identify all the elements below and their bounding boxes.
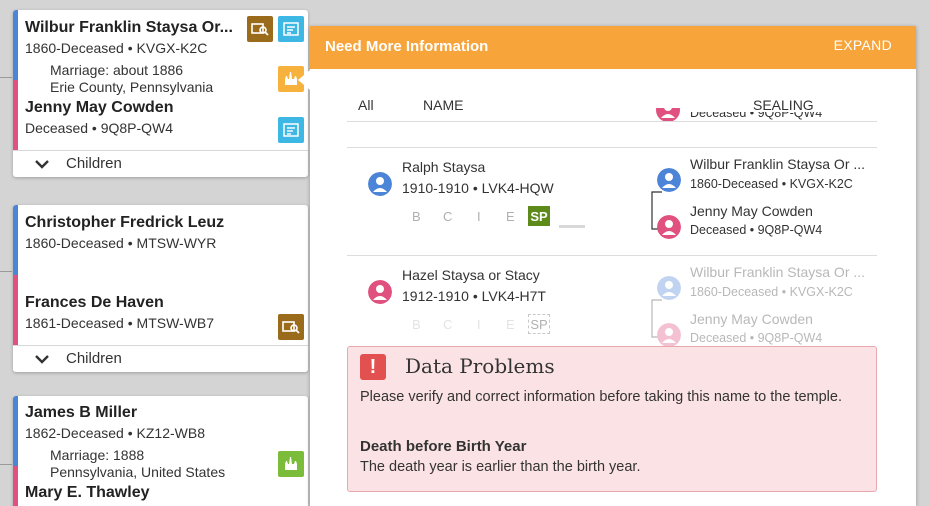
wife-info: 1861-Deceased • MTSW-WB7 bbox=[25, 315, 215, 331]
male-bar bbox=[13, 10, 18, 80]
children-toggle[interactable]: Children bbox=[13, 345, 308, 371]
female-bar bbox=[13, 466, 18, 506]
alert-icon: ! bbox=[360, 354, 386, 380]
marriage-date: Marriage: 1888 bbox=[50, 447, 145, 463]
partial-avatar bbox=[656, 108, 680, 122]
need-more-info-panel: Need More Information EXPAND All NAME SE… bbox=[310, 26, 916, 506]
panel-title: Need More Information bbox=[325, 38, 489, 55]
research-icon[interactable] bbox=[278, 314, 304, 340]
female-bar bbox=[13, 275, 18, 345]
ordinance-sp[interactable]: SP bbox=[528, 314, 550, 334]
tree-connector bbox=[0, 77, 12, 78]
mother-info: Deceased • 9Q8P-QW4 bbox=[690, 223, 823, 237]
ordinance-c[interactable]: C bbox=[443, 317, 452, 332]
male-avatar-icon bbox=[657, 168, 681, 192]
marriage-place: Pennsylvania, United States bbox=[50, 464, 226, 480]
male-bar bbox=[13, 205, 18, 275]
male-avatar-icon bbox=[368, 172, 392, 196]
column-all[interactable]: All bbox=[358, 97, 374, 113]
expand-button[interactable]: EXPAND bbox=[834, 37, 892, 53]
issue-description: The death year is earlier than the birth… bbox=[360, 459, 641, 475]
marriage-place: Erie County, Pennsylvania bbox=[50, 79, 214, 95]
tree-connector bbox=[0, 271, 12, 272]
divider bbox=[347, 147, 877, 148]
wife-name[interactable]: Jenny May Cowden bbox=[25, 99, 173, 117]
divider bbox=[347, 121, 877, 122]
children-label: Children bbox=[66, 350, 122, 367]
female-avatar-icon bbox=[657, 215, 681, 239]
mother-name[interactable]: Jenny May Cowden bbox=[690, 203, 813, 219]
chevron-down-icon bbox=[35, 355, 49, 364]
husband-info: 1860-Deceased • KVGX-K2C bbox=[25, 40, 208, 56]
husband-info: 1862-Deceased • KZ12-WB8 bbox=[25, 425, 205, 441]
column-sealing[interactable]: SEALING bbox=[753, 97, 814, 113]
ordinance-i[interactable]: I bbox=[477, 209, 481, 224]
partial-row-text: Deceased • 9Q8P-QW4 bbox=[690, 112, 823, 120]
wife-info: Deceased • 9Q8P-QW4 bbox=[25, 120, 174, 136]
father-name[interactable]: Wilbur Franklin Staysa Or ... bbox=[690, 156, 865, 172]
chevron-down-icon bbox=[35, 160, 49, 169]
family-card: Christopher Fredrick Leuz 1860-Deceased … bbox=[13, 205, 308, 372]
female-avatar-icon bbox=[657, 323, 681, 347]
male-bar bbox=[13, 396, 18, 466]
husband-info: 1860-Deceased • MTSW-WYR bbox=[25, 235, 217, 251]
family-card: James B Miller 1862-Deceased • KZ12-WB8 … bbox=[13, 396, 308, 506]
wife-name[interactable]: Frances De Haven bbox=[25, 294, 164, 312]
record-hint-icon[interactable] bbox=[278, 117, 304, 143]
divider bbox=[347, 255, 877, 256]
panel-pointer bbox=[298, 70, 310, 90]
husband-name[interactable]: Wilbur Franklin Staysa Or... bbox=[25, 19, 233, 37]
female-bar bbox=[13, 80, 18, 150]
ordinance-c[interactable]: C bbox=[443, 209, 452, 224]
father-info: 1860-Deceased • KVGX-K2C bbox=[690, 177, 853, 191]
problems-description: Please verify and correct information be… bbox=[360, 389, 842, 405]
husband-name[interactable]: James B Miller bbox=[25, 404, 137, 422]
family-card: Wilbur Franklin Staysa Or... 1860-Deceas… bbox=[13, 10, 308, 177]
problems-title: Data Problems bbox=[405, 354, 555, 378]
research-icon[interactable] bbox=[247, 16, 273, 42]
father-name[interactable]: Wilbur Franklin Staysa Or ... bbox=[690, 264, 865, 280]
ordinance-sp[interactable]: SP bbox=[528, 206, 550, 226]
tree-connector bbox=[0, 464, 12, 465]
partial-row: Deceased • 9Q8P-QW4 bbox=[690, 112, 890, 121]
ordinance-blank bbox=[559, 225, 585, 228]
ordinance-b[interactable]: B bbox=[412, 209, 421, 224]
ordinance-e[interactable]: E bbox=[506, 209, 515, 224]
person-info: 1912-1910 • LVK4-H7T bbox=[402, 288, 546, 304]
husband-name[interactable]: Christopher Fredrick Leuz bbox=[25, 214, 224, 232]
father-info: 1860-Deceased • KVGX-K2C bbox=[690, 285, 853, 299]
wife-name[interactable]: Mary E. Thawley bbox=[25, 484, 150, 502]
issue-title: Death before Birth Year bbox=[360, 438, 527, 455]
data-problems-box: ! Data Problems Please verify and correc… bbox=[347, 346, 877, 492]
mother-name[interactable]: Jenny May Cowden bbox=[690, 311, 813, 327]
record-hint-icon[interactable] bbox=[278, 16, 304, 42]
male-avatar-icon bbox=[657, 276, 681, 300]
person-info: 1910-1910 • LVK4-HQW bbox=[402, 180, 554, 196]
person-name[interactable]: Ralph Staysa bbox=[402, 159, 485, 175]
temple-icon[interactable] bbox=[278, 451, 304, 477]
ordinance-b[interactable]: B bbox=[412, 317, 421, 332]
person-name[interactable]: Hazel Staysa or Stacy bbox=[402, 267, 540, 283]
female-avatar-icon bbox=[368, 280, 392, 304]
ordinance-i[interactable]: I bbox=[477, 317, 481, 332]
ordinance-e[interactable]: E bbox=[506, 317, 515, 332]
children-toggle[interactable]: Children bbox=[13, 150, 308, 176]
panel-header: Need More Information EXPAND bbox=[310, 26, 916, 69]
mother-info: Deceased • 9Q8P-QW4 bbox=[690, 331, 823, 345]
marriage-date: Marriage: about 1886 bbox=[50, 62, 184, 78]
column-name[interactable]: NAME bbox=[423, 97, 463, 113]
children-label: Children bbox=[66, 155, 122, 172]
